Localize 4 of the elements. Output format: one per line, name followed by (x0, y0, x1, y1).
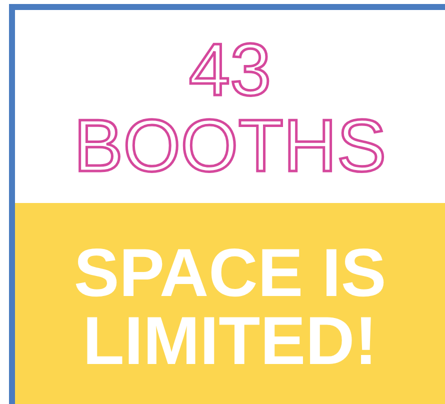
booths-heading: BOOTHS (74, 108, 386, 184)
banner-text: LIMITED! (82, 307, 378, 375)
booth-count: 43 (188, 32, 272, 108)
banner-text: SPACE IS (74, 239, 386, 307)
